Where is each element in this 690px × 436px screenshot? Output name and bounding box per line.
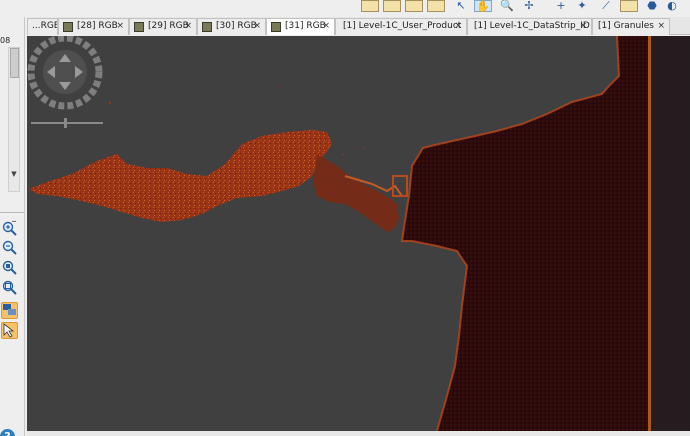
navigation-compass[interactable] — [27, 36, 103, 110]
river-estuary — [29, 130, 332, 222]
close-icon[interactable]: × — [579, 19, 587, 34]
scrollbar-thumb[interactable] — [10, 48, 19, 78]
water-body — [402, 36, 690, 431]
image-view-icon — [63, 22, 73, 32]
tab-label: [1] Level-1C_User_Product — [343, 21, 462, 31]
tile-windows-icon[interactable] — [361, 0, 379, 12]
tab-rgb-28[interactable]: [28] RGB × — [58, 18, 129, 35]
magic-wand-icon[interactable]: ✦ — [573, 0, 591, 12]
rectangle-drawing-icon[interactable] — [620, 0, 638, 12]
close-icon[interactable]: × — [657, 19, 665, 34]
tile-single-icon[interactable] — [427, 0, 445, 12]
navigation-side-panel: 08 ▼ – ? — [0, 17, 25, 436]
help-icon[interactable]: ? — [0, 429, 15, 436]
tab-label: [29] RGB — [148, 21, 189, 31]
tab-label: [31] RGB — [285, 21, 326, 31]
sync-cursor-icon[interactable] — [1, 322, 18, 339]
sync-views-icon[interactable] — [1, 302, 18, 319]
tab-rgb-29[interactable]: [29] RGB × — [129, 18, 197, 35]
image-edge-stripe — [648, 36, 651, 431]
close-icon[interactable]: × — [116, 19, 124, 34]
tab-label: ...RGE — [32, 21, 58, 31]
status-strip — [27, 431, 690, 436]
tab-label: [1] Granules — [598, 21, 654, 31]
image-view-icon — [134, 22, 144, 32]
zoom-tool-icon[interactable]: 🔍 — [498, 0, 516, 12]
satellite-image — [27, 36, 690, 431]
tab-label: [28] RGB — [77, 21, 118, 31]
zoom-out-icon[interactable] — [1, 239, 18, 256]
ruler-value: 08 — [0, 36, 11, 45]
pan-tool-icon[interactable]: ✋ — [474, 0, 492, 12]
tab-level-1c-datastrip-id[interactable]: [1] Level-1C_DataStrip_ID × — [467, 18, 592, 35]
tab-level-1c-user-product[interactable]: [1] Level-1C_User_Product × — [335, 18, 467, 35]
line-drawing-icon[interactable]: ⟋ — [597, 0, 615, 12]
tab-label: [1] Level-1C_DataStrip_ID — [474, 21, 590, 31]
ellipse-drawing-icon[interactable]: ◐ — [663, 0, 681, 12]
zoom-all-icon[interactable] — [1, 279, 18, 296]
range-finder-icon[interactable]: + — [552, 0, 570, 12]
panel-divider — [0, 212, 24, 213]
tab-granules[interactable]: [1] Granules × — [592, 18, 670, 35]
snap-application-window: ↖ ✋ 🔍 ✢ + ✦ ⟋ ⬣ ◐ ...RGE [28] RGB × [29]… — [0, 0, 690, 436]
close-icon[interactable]: × — [253, 19, 261, 34]
tile-horizontal-icon[interactable] — [383, 0, 401, 12]
scroll-down-arrow-icon[interactable]: ▼ — [8, 170, 20, 178]
tab-label: [30] RGB — [216, 21, 257, 31]
main-toolbar: ↖ ✋ 🔍 ✢ + ✦ ⟋ ⬣ ◐ — [0, 0, 690, 17]
tab-rgb-truncated[interactable]: ...RGE — [27, 18, 58, 35]
image-view-icon — [202, 22, 212, 32]
close-icon[interactable]: × — [454, 19, 462, 34]
zoom-slider[interactable] — [31, 118, 103, 128]
close-icon[interactable]: × — [184, 19, 192, 34]
select-tool-icon[interactable]: ↖ — [452, 0, 470, 12]
tab-rgb-31[interactable]: [31] RGB × — [266, 18, 335, 35]
polyline-drawing-icon[interactable]: ⬣ — [643, 0, 661, 12]
pin-tool-icon[interactable]: ✢ — [520, 0, 538, 12]
zoom-in-icon[interactable] — [1, 220, 18, 237]
tab-rgb-30[interactable]: [30] RGB × — [197, 18, 266, 35]
image-view-canvas[interactable] — [27, 36, 690, 431]
document-tab-bar: ...RGE [28] RGB × [29] RGB × [30] RGB × … — [27, 17, 690, 35]
tile-vertical-icon[interactable] — [405, 0, 423, 12]
no-data-strip — [651, 36, 690, 431]
river-channel — [313, 154, 399, 232]
image-view-icon — [271, 22, 281, 32]
close-icon[interactable]: × — [322, 19, 330, 34]
zoom-pixel-icon[interactable] — [1, 259, 18, 276]
